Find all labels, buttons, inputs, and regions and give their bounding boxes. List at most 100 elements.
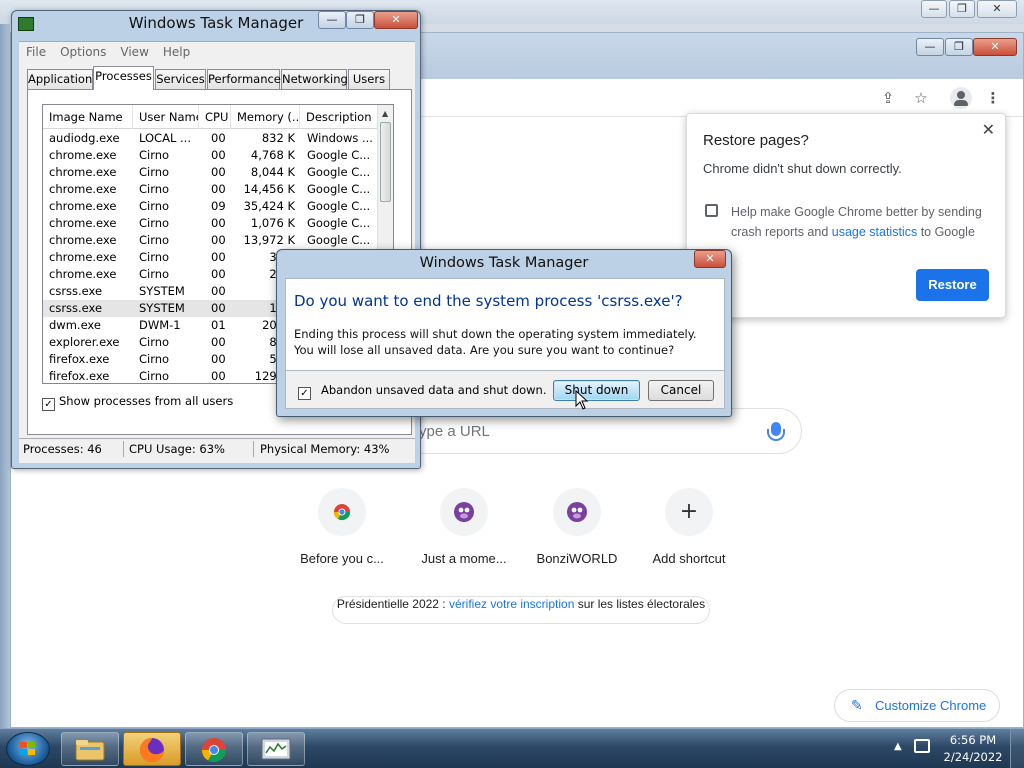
minimize-button[interactable]: — — [921, 0, 947, 18]
column-image-name[interactable]: Image Name — [43, 105, 133, 129]
cell-name: audiodg.exe — [49, 131, 120, 145]
table-row[interactable]: chrome.exe Cirno 00 14,456 K Google C... — [43, 181, 379, 198]
shortcut-tile[interactable]: Before you c... — [286, 488, 398, 578]
chrome-maximize-button[interactable]: ❐ — [945, 38, 973, 56]
tab-performance[interactable]: Performance — [207, 69, 281, 89]
tab-users[interactable]: Users — [348, 69, 390, 89]
tab-networking[interactable]: Networking — [281, 69, 348, 89]
customize-label: Customize Chrome — [875, 698, 987, 713]
show-desktop-button[interactable] — [1010, 729, 1024, 768]
column-user-name[interactable]: User Name — [133, 105, 199, 129]
tab-processes[interactable]: Processes — [93, 66, 154, 90]
cancel-button[interactable]: Cancel — [648, 380, 714, 401]
table-row[interactable]: chrome.exe Cirno 00 13,972 K Google C... — [43, 232, 379, 249]
chrome-minimize-button[interactable]: — — [916, 38, 944, 56]
table-row[interactable]: chrome.exe Cirno 00 1,076 K Google C... — [43, 215, 379, 232]
bonzi-icon — [440, 488, 488, 536]
restore-button[interactable]: Restore — [916, 269, 989, 301]
cell-name: chrome.exe — [49, 165, 117, 179]
network-icon[interactable] — [914, 739, 930, 753]
cell-cpu: 00 — [211, 165, 226, 179]
clock-time[interactable]: 6:56 PM — [938, 733, 1008, 747]
maximize-button[interactable]: ❐ — [949, 0, 975, 18]
dialog-close-button[interactable]: ✕ — [694, 250, 726, 268]
cell-desc: Google C... — [307, 165, 371, 179]
status-memory: Physical Memory: 43% — [260, 442, 390, 456]
column-description[interactable]: Description — [300, 105, 380, 129]
close-button[interactable]: ✕ — [977, 0, 1017, 18]
cell-user: DWM-1 — [139, 318, 181, 332]
microphone-icon[interactable] — [767, 422, 785, 441]
cell-name: csrss.exe — [49, 301, 103, 315]
table-row[interactable]: chrome.exe Cirno 09 35,424 K Google C... — [43, 198, 379, 215]
close-icon[interactable]: ✕ — [982, 120, 995, 140]
cell-mem: 832 K — [261, 131, 295, 145]
tray-chevron-icon[interactable]: ▲ — [894, 741, 902, 752]
scroll-up-icon[interactable]: ▲ — [382, 109, 388, 118]
shortcut-label: Just a mome... — [421, 551, 507, 566]
explorer-icon — [75, 740, 105, 761]
table-row[interactable]: audiodg.exe LOCAL ... 00 832 K Windows ... — [43, 130, 379, 147]
cell-cpu: 00 — [211, 335, 226, 349]
cell-name: chrome.exe — [49, 250, 117, 264]
table-row[interactable]: chrome.exe Cirno 00 8,044 K Google C... — [43, 164, 379, 181]
table-row[interactable]: chrome.exe Cirno 00 4,768 K Google C... — [43, 147, 379, 164]
cell-name: firefox.exe — [49, 369, 110, 383]
chrome-icon — [202, 738, 226, 763]
tm-close-button[interactable]: ✕ — [374, 11, 418, 29]
taskbar-firefox[interactable] — [123, 732, 181, 766]
tm-minimize-button[interactable]: — — [318, 11, 346, 29]
start-button[interactable] — [6, 732, 50, 766]
cell-cpu: 00 — [211, 250, 226, 264]
plus-icon: + — [665, 488, 713, 536]
cell-cpu: 00 — [211, 182, 226, 196]
tab-applications[interactable]: Applications — [27, 69, 98, 89]
cell-user: Cirno — [139, 250, 170, 264]
cell-cpu: 00 — [211, 301, 226, 315]
dialog-title: Windows Task Manager — [419, 255, 589, 271]
menu-view[interactable]: View — [113, 42, 155, 59]
show-all-users-checkbox[interactable]: ✓ Show processes from all users — [42, 394, 233, 411]
cell-cpu: 00 — [211, 352, 226, 366]
cell-user: SYSTEM — [139, 301, 185, 315]
status-cpu: CPU Usage: 63% — [127, 441, 254, 457]
checkbox-checked-icon: ✓ — [298, 387, 311, 400]
taskbar-chrome[interactable] — [185, 732, 243, 766]
menu-file[interactable]: File — [19, 42, 53, 59]
share-icon[interactable]: ⇪ — [877, 87, 899, 109]
abandon-data-checkbox[interactable]: ✓ Abandon unsaved data and shut down. — [298, 383, 547, 400]
usage-statistics-link[interactable]: usage statistics — [832, 225, 917, 239]
shortcut-label: Add shortcut — [652, 551, 726, 566]
column-memory[interactable]: Memory (... — [231, 105, 300, 129]
customize-chrome-button[interactable]: ✎ Customize Chrome — [834, 689, 1000, 722]
cell-cpu: 00 — [211, 148, 226, 162]
menu-icon[interactable]: ⋮ — [982, 87, 1004, 109]
menu-help[interactable]: Help — [156, 42, 197, 59]
taskbar-explorer[interactable] — [61, 732, 119, 766]
shortcut-tile[interactable]: Just a mome... — [408, 488, 520, 578]
list-header: Image Name User Name CPU Memory (... Des… — [43, 105, 380, 129]
chrome-close-button[interactable]: ✕ — [973, 38, 1017, 56]
windows-logo-icon — [20, 742, 36, 756]
cell-desc: Google C... — [307, 148, 371, 162]
profile-icon[interactable] — [950, 87, 972, 109]
shortcut-tile[interactable]: BonziWORLD — [521, 488, 633, 578]
cell-cpu: 00 — [211, 216, 226, 230]
taskbar-taskmgr[interactable] — [247, 732, 305, 766]
shut-down-button[interactable]: Shut down — [553, 380, 640, 401]
cell-desc: Windows ... — [307, 131, 373, 145]
crash-report-checkbox[interactable] — [705, 204, 718, 217]
restore-pages-popup: Restore pages? ✕ Chrome didn't shut down… — [686, 113, 1006, 318]
cell-user: Cirno — [139, 335, 170, 349]
cell-user: Cirno — [139, 369, 170, 383]
promo-link[interactable]: vérifiez votre inscription — [449, 597, 574, 611]
menu-options[interactable]: Options — [53, 42, 113, 59]
star-icon[interactable]: ☆ — [910, 87, 932, 109]
tm-maximize-button[interactable]: ❐ — [346, 11, 374, 29]
column-cpu[interactable]: CPU — [199, 105, 231, 129]
cell-user: Cirno — [139, 165, 170, 179]
add-shortcut-tile[interactable]: + Add shortcut — [633, 488, 745, 578]
scroll-thumb[interactable] — [380, 122, 391, 202]
tab-services[interactable]: Services — [155, 69, 206, 89]
clock-date[interactable]: 2/24/2022 — [938, 750, 1008, 764]
